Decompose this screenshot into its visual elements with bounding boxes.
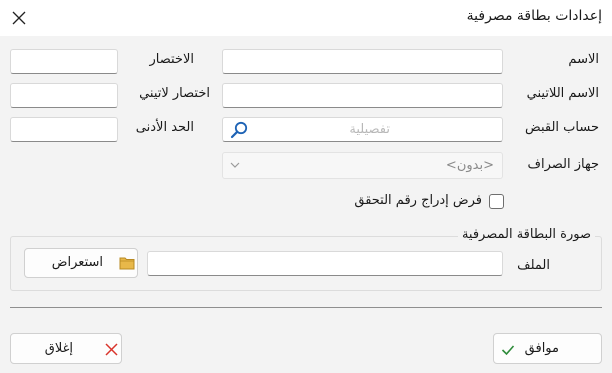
device-label: جهاز الصراف — [527, 157, 599, 172]
file-input[interactable] — [147, 251, 503, 276]
cancel-x-icon — [105, 343, 118, 360]
search-icon[interactable] — [229, 120, 249, 140]
ok-button[interactable]: موافق — [493, 333, 602, 364]
short-label: الاختصار — [149, 52, 195, 67]
device-select[interactable]: <بدون> — [222, 152, 503, 179]
title-bar: إعدادات بطاقة مصرفية — [0, 0, 612, 36]
name-input[interactable] — [222, 49, 503, 74]
force-check-checkbox[interactable] — [489, 194, 504, 209]
latin-name-label: الاسم اللاتيني — [526, 86, 599, 101]
min-label: الحد الأدنى — [135, 120, 194, 135]
min-input[interactable] — [10, 117, 118, 142]
force-check-option[interactable]: فرض إدراج رقم التحقق — [344, 193, 506, 211]
device-value: <بدون> — [445, 158, 494, 173]
file-label: الملف — [517, 258, 550, 273]
short-input[interactable] — [10, 49, 118, 74]
account-placeholder: تفصيلية — [349, 122, 390, 137]
latin-name-input[interactable] — [222, 83, 503, 108]
latin-short-input[interactable] — [10, 83, 118, 108]
divider — [10, 307, 602, 308]
browse-button[interactable]: استعراض — [24, 248, 138, 278]
window-title: إعدادات بطاقة مصرفية — [466, 8, 602, 24]
chevron-down-icon — [228, 158, 242, 172]
check-icon — [501, 343, 515, 361]
account-label: حساب القبض — [525, 120, 599, 135]
name-label: الاسم — [568, 52, 599, 67]
force-check-label: فرض إدراج رقم التحقق — [354, 193, 482, 208]
ok-label: موافق — [524, 341, 559, 356]
account-input[interactable]: تفصيلية — [222, 117, 503, 142]
card-image-group-title: صورة البطاقة المصرفية — [457, 227, 595, 242]
latin-short-label: اختصار لاتيني — [139, 86, 210, 101]
close-button[interactable]: إغلاق — [10, 333, 122, 364]
close-icon[interactable] — [8, 7, 30, 29]
close-label: إغلاق — [44, 341, 73, 356]
browse-label: استعراض — [51, 255, 103, 270]
folder-icon — [119, 256, 135, 274]
